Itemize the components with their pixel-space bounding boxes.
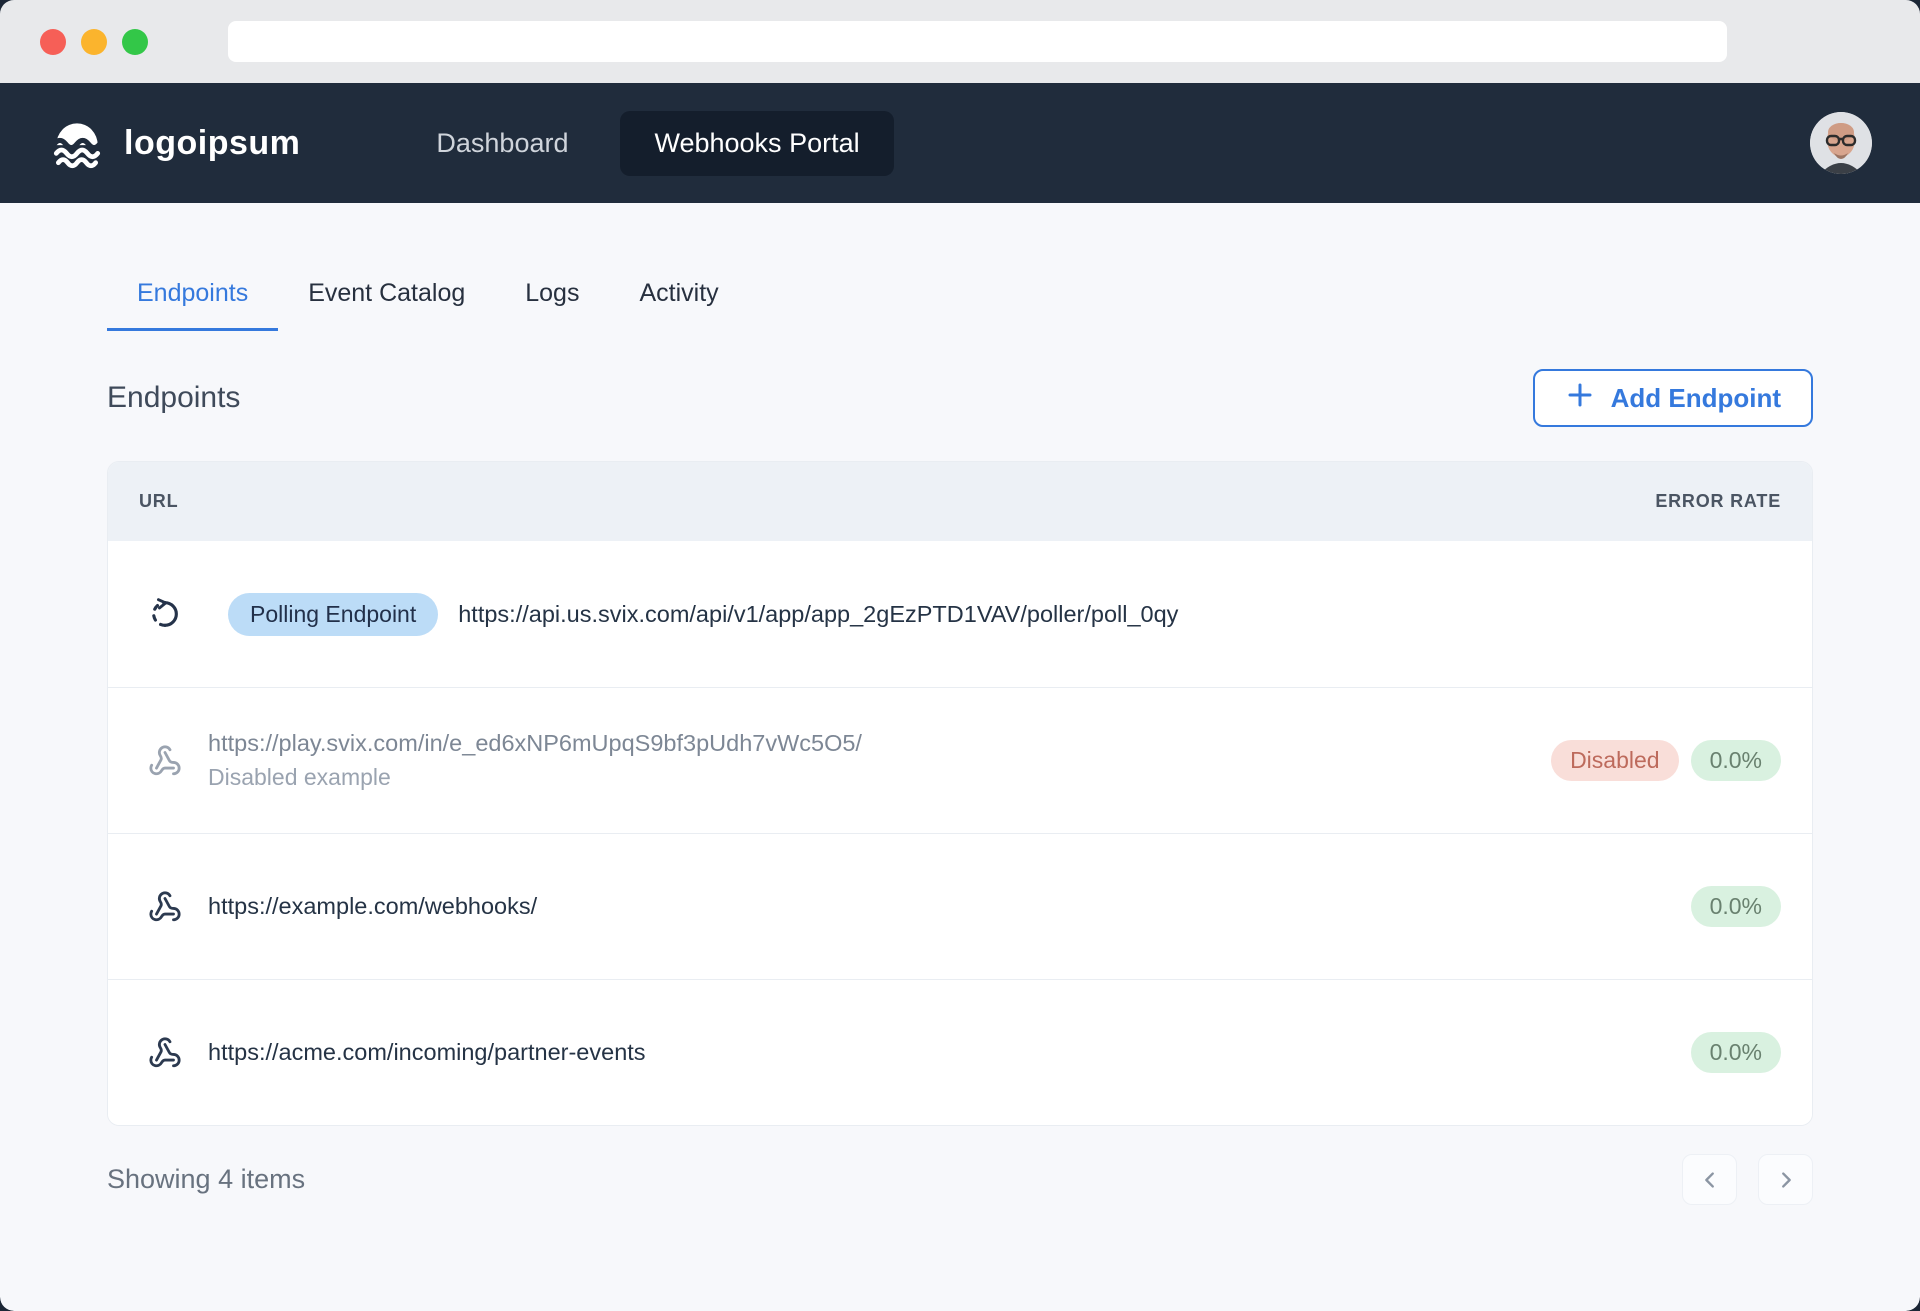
- endpoint-url: https://play.svix.com/in/e_ed6xNP6mUpqS9…: [208, 730, 862, 757]
- webhook-icon: [148, 744, 182, 778]
- table-header: URL ERROR RATE: [108, 462, 1812, 541]
- user-avatar[interactable]: [1810, 112, 1872, 174]
- polling-endpoint-badge: Polling Endpoint: [228, 593, 438, 636]
- webhook-icon: [148, 890, 182, 924]
- address-bar[interactable]: [228, 21, 1727, 62]
- add-endpoint-button[interactable]: Add Endpoint: [1533, 369, 1813, 427]
- add-endpoint-label: Add Endpoint: [1611, 383, 1781, 414]
- minimize-window-button[interactable]: [81, 29, 107, 55]
- endpoint-url: https://acme.com/incoming/partner-events: [208, 1039, 646, 1066]
- tab-event-catalog[interactable]: Event Catalog: [278, 267, 495, 331]
- items-count: Showing 4 items: [107, 1164, 305, 1195]
- disabled-status-badge: Disabled: [1551, 740, 1679, 781]
- logo: logoipsum: [48, 114, 300, 172]
- polling-icon: [148, 597, 182, 631]
- title-row: Endpoints Add Endpoint: [107, 369, 1813, 427]
- tab-endpoints[interactable]: Endpoints: [107, 267, 278, 331]
- webhook-icon: [148, 1036, 182, 1070]
- portal-content: Endpoints Event Catalog Logs Activity En…: [0, 203, 1920, 1311]
- endpoints-table: URL ERROR RATE Polling Endpoint https://…: [107, 461, 1813, 1126]
- page-title: Endpoints: [107, 381, 240, 415]
- table-row[interactable]: https://play.svix.com/in/e_ed6xNP6mUpqS9…: [108, 687, 1812, 833]
- maximize-window-button[interactable]: [122, 29, 148, 55]
- endpoint-url: https://api.us.svix.com/api/v1/app/app_2…: [458, 601, 1178, 628]
- browser-window: logoipsum Dashboard Webhooks Portal Endp…: [0, 0, 1920, 1311]
- chevron-left-icon: [1699, 1169, 1721, 1191]
- close-window-button[interactable]: [40, 29, 66, 55]
- endpoint-url: https://example.com/webhooks/: [208, 893, 537, 920]
- endpoint-description: Disabled example: [208, 764, 862, 791]
- nav-item-dashboard[interactable]: Dashboard: [410, 111, 594, 176]
- nav-item-webhooks-portal[interactable]: Webhooks Portal: [620, 111, 893, 176]
- tab-logs[interactable]: Logs: [495, 267, 609, 331]
- error-rate-badge: 0.0%: [1691, 740, 1781, 781]
- portal-tabs: Endpoints Event Catalog Logs Activity: [107, 267, 1813, 331]
- pagination: [1682, 1154, 1813, 1205]
- error-rate-badge: 0.0%: [1691, 886, 1781, 927]
- primary-nav: Dashboard Webhooks Portal: [410, 111, 893, 176]
- logo-text: logoipsum: [124, 124, 300, 163]
- table-row[interactable]: Polling Endpoint https://api.us.svix.com…: [108, 541, 1812, 687]
- column-header-url: URL: [139, 491, 178, 512]
- prev-page-button[interactable]: [1682, 1154, 1737, 1205]
- table-row[interactable]: https://acme.com/incoming/partner-events…: [108, 979, 1812, 1125]
- next-page-button[interactable]: [1758, 1154, 1813, 1205]
- logoipsum-icon: [48, 114, 106, 172]
- table-row[interactable]: https://example.com/webhooks/ 0.0%: [108, 833, 1812, 979]
- column-header-error-rate: ERROR RATE: [1655, 491, 1781, 512]
- chevron-right-icon: [1775, 1169, 1797, 1191]
- browser-chrome: [0, 0, 1920, 83]
- list-footer: Showing 4 items: [107, 1154, 1813, 1245]
- error-rate-badge: 0.0%: [1691, 1032, 1781, 1073]
- plus-icon: [1565, 380, 1595, 417]
- app-header: logoipsum Dashboard Webhooks Portal: [0, 83, 1920, 203]
- window-controls: [40, 29, 148, 55]
- tab-activity[interactable]: Activity: [609, 267, 748, 331]
